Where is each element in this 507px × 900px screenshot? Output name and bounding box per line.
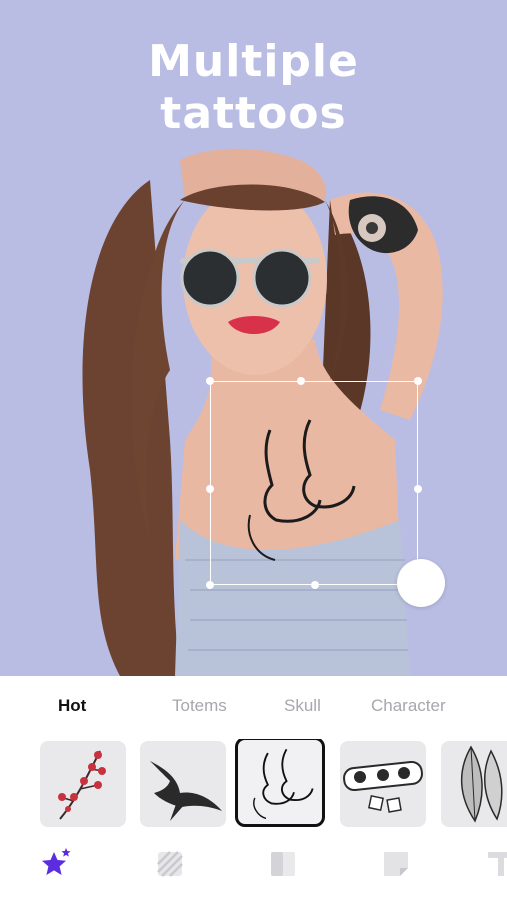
pattern-tool[interactable] (152, 846, 188, 882)
swallow-icon (150, 761, 222, 821)
star-sticker-tool[interactable] (38, 846, 74, 882)
tattoo-thumb-feather[interactable] (441, 741, 507, 827)
resize-handle-right[interactable] (414, 485, 422, 493)
resize-handle-bottom-left[interactable] (206, 581, 214, 589)
layers-icon (271, 852, 295, 876)
tattoo-thumbnail-strip[interactable] (0, 739, 507, 831)
resize-handle-top-right[interactable] (414, 377, 422, 385)
resize-handle-top-left[interactable] (206, 377, 214, 385)
category-tabs: Hot Totems Skull Character (0, 696, 507, 726)
sticker-peel-tool[interactable] (378, 846, 414, 882)
resize-handle-top[interactable] (297, 377, 305, 385)
sticker-peel-icon (384, 852, 408, 876)
resize-handle-bottom[interactable] (311, 581, 319, 589)
tattoo-thumb-cherry-blossom[interactable] (40, 741, 126, 827)
promo-headline: Multiple tattoos (0, 36, 507, 140)
feather-icon (461, 745, 503, 823)
bottom-toolbar (0, 846, 507, 886)
text-icon (488, 852, 507, 876)
two-faces-icon (253, 748, 314, 820)
headline-line-1: Multiple (148, 36, 359, 87)
headline-line-2: tattoos (160, 88, 347, 139)
tab-hot[interactable]: Hot (58, 696, 86, 716)
tattoo-preview-canvas[interactable]: Multiple tattoos (0, 0, 507, 676)
tattoo-thumb-two-faces[interactable] (235, 739, 325, 827)
tab-skull[interactable]: Skull (284, 696, 321, 716)
resize-handle-left[interactable] (206, 485, 214, 493)
tattoo-thumb-swallow[interactable] (140, 741, 226, 827)
eye-skull-dice-icon (343, 760, 423, 813)
rotate-scale-handle[interactable] (397, 559, 445, 607)
tab-character[interactable]: Character (371, 696, 446, 716)
pattern-icon (157, 851, 183, 877)
cherry-blossom-icon (58, 750, 106, 820)
star-sticker-icon (42, 848, 71, 875)
tab-totems[interactable]: Totems (172, 696, 227, 716)
tattoo-picker-panel: Hot Totems Skull Character (0, 676, 507, 900)
tattoo-selection-box[interactable] (210, 381, 418, 585)
text-tool[interactable] (484, 846, 507, 882)
tattoo-thumb-eye-skull-dice[interactable] (340, 741, 426, 827)
layers-tool[interactable] (265, 846, 301, 882)
